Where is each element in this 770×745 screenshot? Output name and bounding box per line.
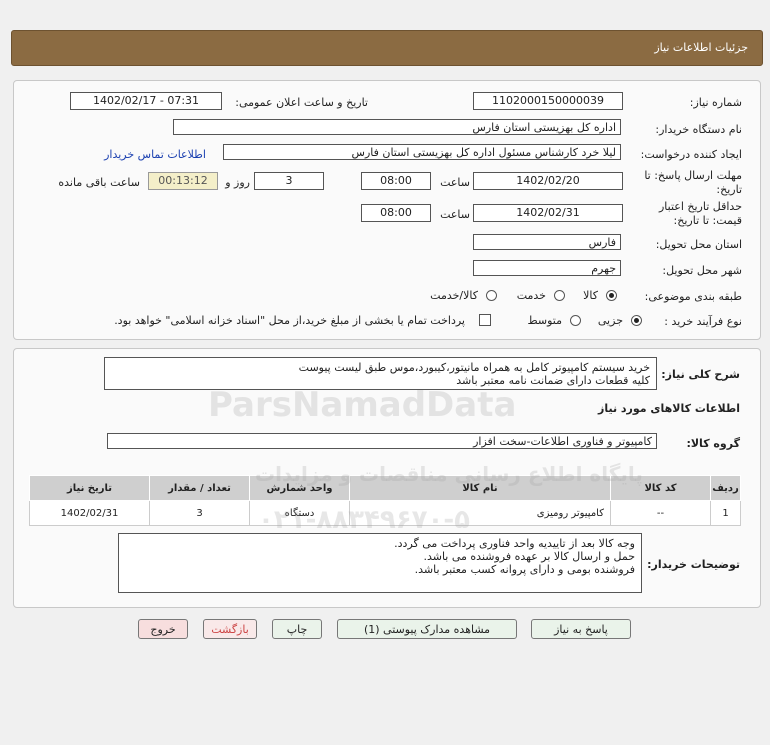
buyer-contact-link[interactable]: اطلاعات تماس خریدار [104,148,206,161]
process-label: نوع فرآیند خرید : [664,315,742,328]
need-number-label: شماره نیاز: [689,96,742,109]
buyer-org-field: اداره کل بهزیستی استان فارس [173,119,621,135]
days-field: 3 [254,172,324,190]
buyer-notes-box: وجه کالا بعد از تاییدیه واحد فناوری پردا… [118,533,642,593]
row-index: 1 [710,500,741,526]
goods-group-label: گروه کالا: [686,437,740,450]
category-option-service: خدمت [516,289,546,302]
deadline-time-label: ساعت [440,176,470,189]
category-radio-goods-service[interactable] [486,290,497,301]
goods-table: ردیف کد کالا نام کالا واحد شمارش تعداد /… [29,475,741,526]
buyer-notes-line-1: وجه کالا بعد از تاییدیه واحد فناوری پردا… [394,537,635,550]
table-header-row: ردیف کد کالا نام کالا واحد شمارش تعداد /… [29,475,741,501]
treasury-payment-checkbox[interactable] [479,314,491,326]
validity-label-2: قیمت: تا تاریخ: [673,214,742,227]
process-radio-medium[interactable] [570,315,581,326]
province-label: استان محل تحویل: [655,238,742,251]
page-header: جزئیات اطلاعات نیاز [11,30,763,66]
process-option-medium: متوسط [527,314,562,327]
goods-info-title: اطلاعات کالاهای مورد نیاز [598,402,740,415]
row-date: 1402/02/31 [29,500,150,526]
deadline-time-field: 08:00 [361,172,431,190]
deadline-date-field: 1402/02/20 [473,172,623,190]
requester-label: ایجاد کننده درخواست: [640,148,742,161]
remaining-time-label: ساعت باقی مانده [58,176,140,189]
row-name: کامپیوتر رومیزی [349,500,611,526]
exit-button[interactable]: خروج [138,619,188,639]
col-unit: واحد شمارش [249,475,350,501]
remaining-time-field: 00:13:12 [148,172,218,190]
validity-time-label: ساعت [440,208,470,221]
category-radio-service[interactable] [554,290,565,301]
announce-label: تاریخ و ساعت اعلان عمومی: [235,96,368,109]
buyer-notes-line-2: حمل و ارسال کالا بر عهده فروشنده می باشد… [423,550,635,563]
process-option-minor: جزیی [597,314,623,327]
col-date: تاریخ نیاز [29,475,150,501]
deadline-label-2: تاریخ: [716,183,742,196]
buyer-notes-line-3: فروشنده بومی و دارای پروانه کسب معتبر با… [414,563,635,576]
days-label: روز و [225,176,250,189]
validity-date-field: 1402/02/31 [473,204,623,222]
col-qty: تعداد / مقدار [149,475,250,501]
back-button[interactable]: بازگشت [203,619,257,639]
city-label: شهر محل تحویل: [662,264,742,277]
category-radio-goods[interactable] [606,290,617,301]
province-field: فارس [473,234,621,250]
print-button[interactable]: چاپ [272,619,322,639]
attachments-button[interactable]: مشاهده مدارک پیوستی (1) [337,619,517,639]
goods-group-field: کامپیوتر و فناوری اطلاعات-سخت افزار [107,433,657,449]
category-option-goods-service: کالا/خدمت [430,289,478,302]
process-radio-minor[interactable] [631,315,642,326]
buyer-org-label: نام دستگاه خریدار: [655,123,742,136]
table-row: 1 -- کامپیوتر رومیزی دستگاه 3 1402/02/31 [29,500,741,526]
need-number-field: 1102000150000039 [473,92,623,110]
page-title: جزئیات اطلاعات نیاز [654,41,748,54]
description-label: شرح کلی نیاز: [661,368,740,381]
city-field: جهرم [473,260,621,276]
category-option-goods: کالا [583,289,598,302]
col-code: کد کالا [610,475,711,501]
row-unit: دستگاه [249,500,350,526]
validity-time-field: 08:00 [361,204,431,222]
row-qty: 3 [149,500,250,526]
announce-field: 1402/02/17 - 07:31 [70,92,222,110]
description-box: خرید سیستم کامپیوتر کامل به همراه مانیتو… [104,357,657,390]
description-line-2: کلیه قطعات دارای ضمانت نامه معتبر باشد [456,374,650,387]
deadline-label: مهلت ارسال پاسخ: تا [644,169,742,182]
col-index: ردیف [710,475,741,501]
validity-label: حداقل تاریخ اعتبار [658,200,742,213]
description-line-1: خرید سیستم کامپیوتر کامل به همراه مانیتو… [298,361,650,374]
treasury-payment-note: پرداخت تمام یا بخشی از مبلغ خرید،از محل … [114,314,465,327]
row-code: -- [610,500,711,526]
reply-button[interactable]: پاسخ به نیاز [531,619,631,639]
requester-field: لیلا خرد کارشناس مسئول اداره کل بهزیستی … [223,144,621,160]
category-label: طبقه بندی موضوعی: [644,290,742,303]
col-name: نام کالا [349,475,611,501]
buyer-notes-label: توضیحات خریدار: [647,558,740,571]
